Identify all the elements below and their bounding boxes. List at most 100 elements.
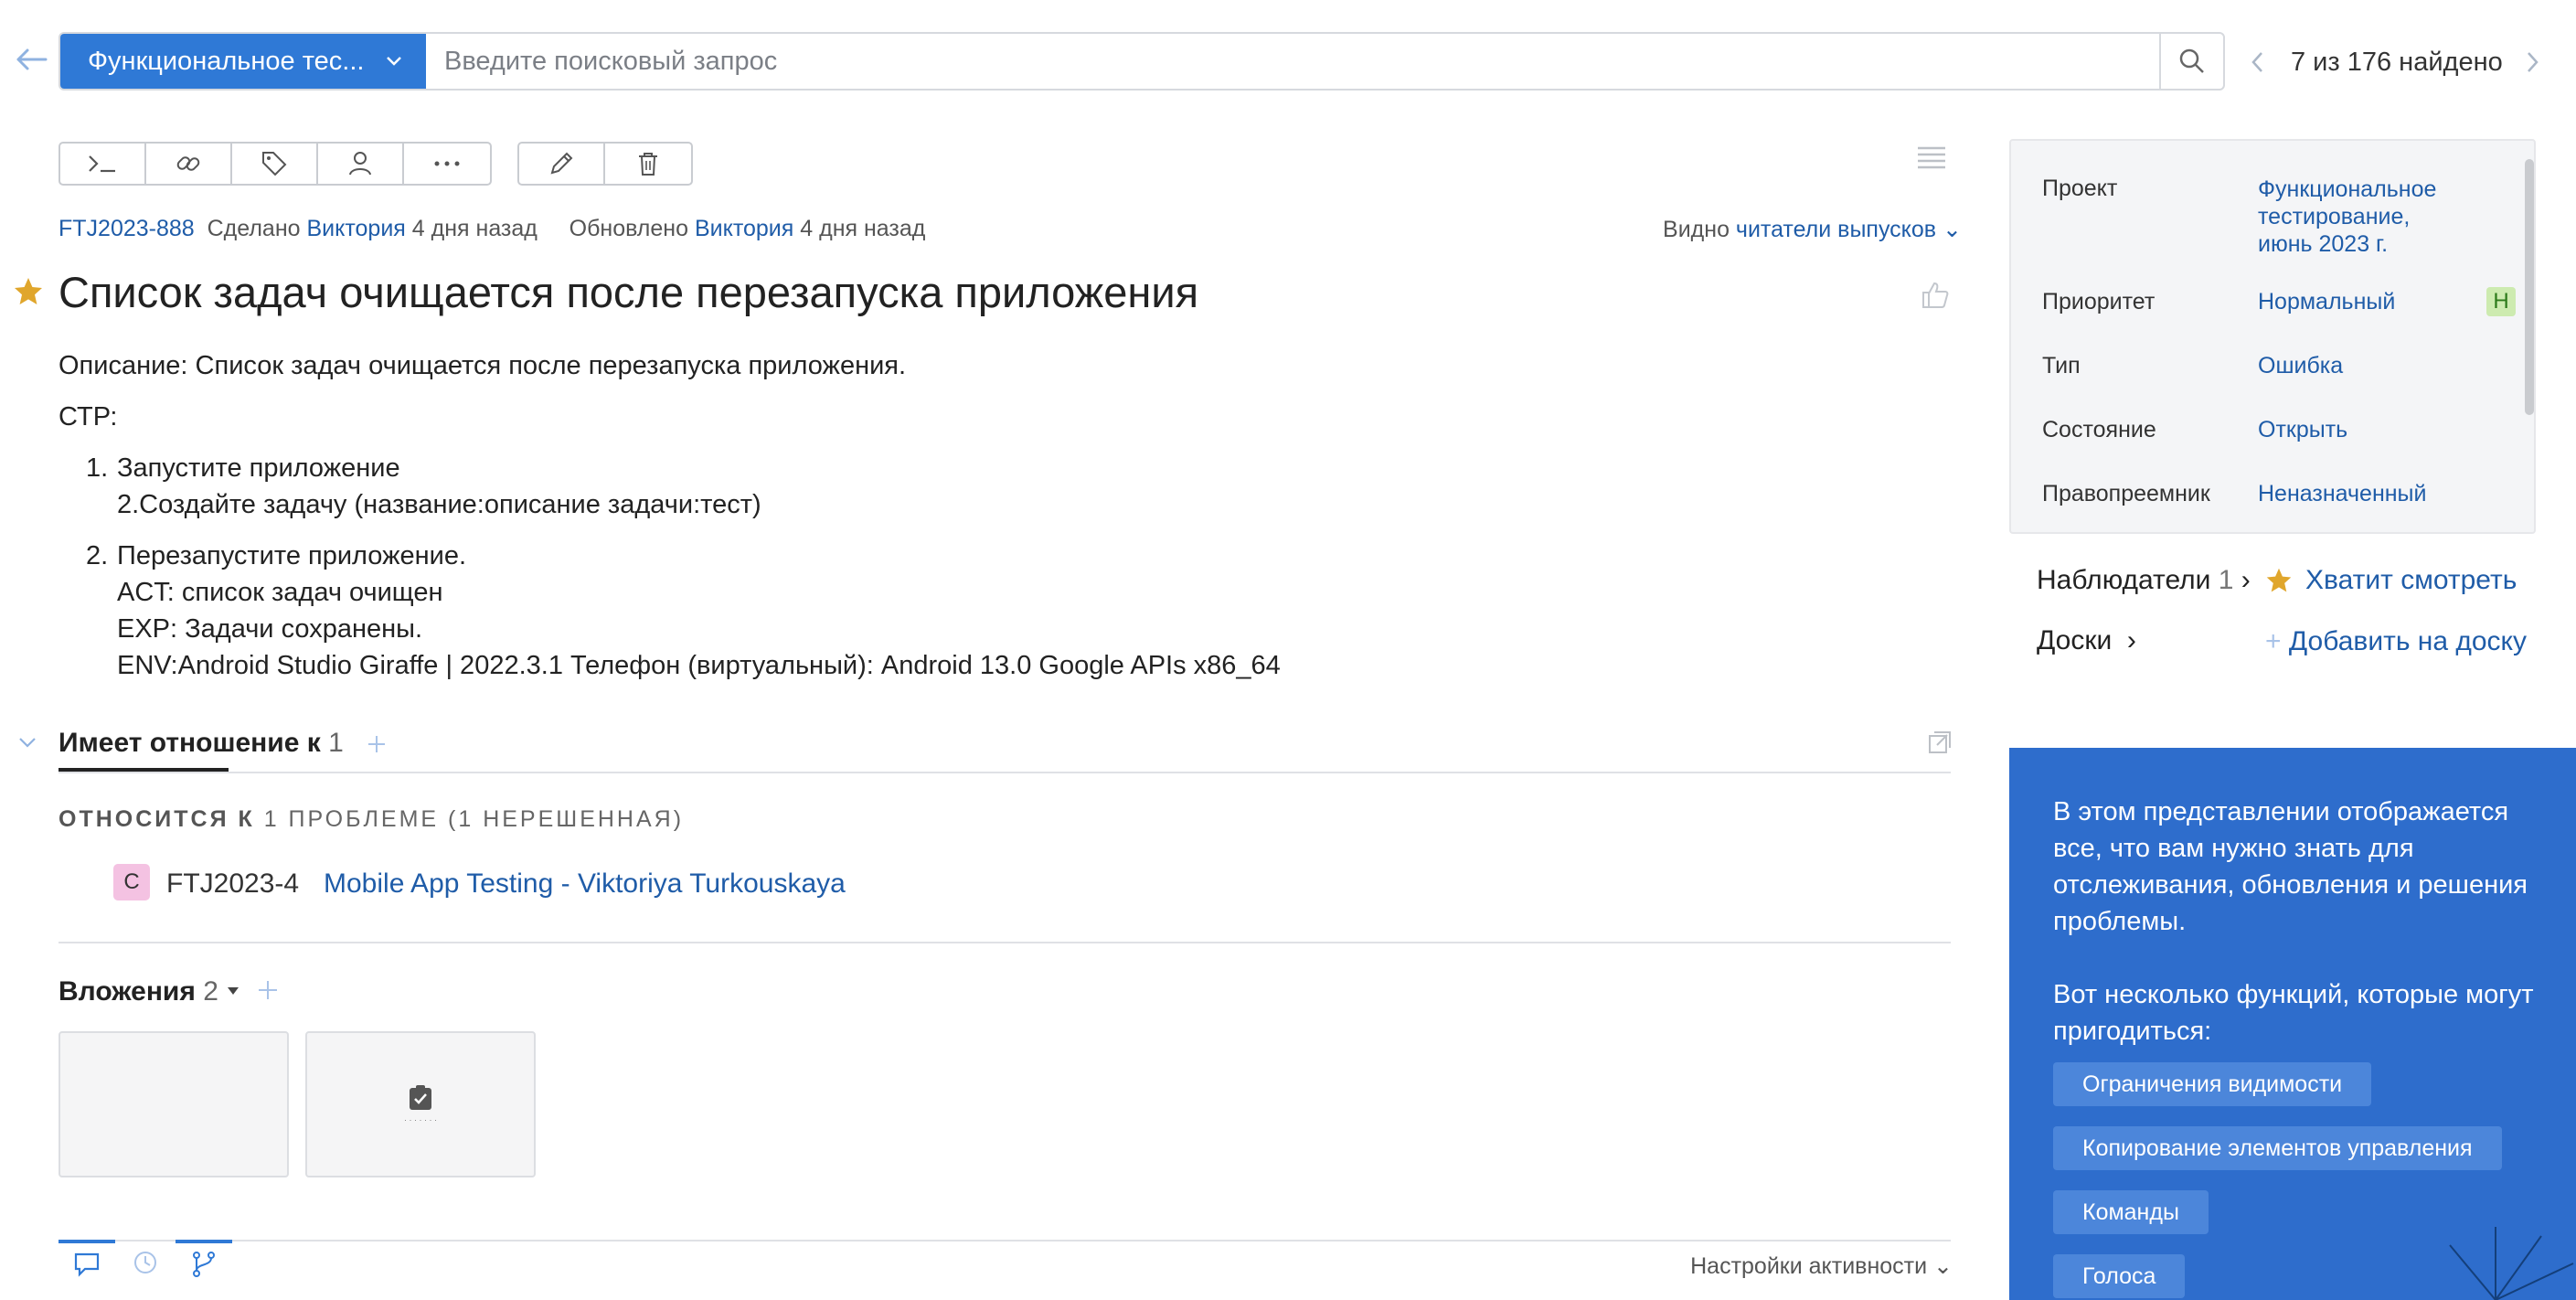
field-project-value-line: Функциональное — [2258, 176, 2437, 202]
trash-icon — [639, 153, 657, 176]
delete-button[interactable] — [605, 144, 691, 184]
attachments-count: 2 — [203, 976, 218, 1007]
caret-down-icon[interactable] — [225, 986, 241, 996]
done-by-link[interactable]: Виктория — [306, 216, 405, 241]
chevron-right-icon: › — [2119, 625, 2136, 655]
field-project-value-line: июнь 2023 г. — [2258, 231, 2389, 257]
details-panel: Проект Функциональное тестирование, июнь… — [2009, 139, 2536, 534]
search-button[interactable] — [2159, 32, 2225, 91]
issue-id-link[interactable]: FTJ2023-888 — [59, 216, 195, 241]
field-priority-label: Приоритет — [2042, 289, 2156, 314]
tab-vcs[interactable] — [176, 1240, 232, 1285]
collapse-chevron-icon[interactable] — [16, 735, 38, 750]
divider — [59, 942, 1951, 943]
updated-when: 4 дня назад — [800, 216, 926, 241]
watchers-toggle[interactable]: Наблюдатели 1 › — [2037, 565, 2251, 596]
tip-copy-controls-button[interactable]: Копирование элементов управления — [2053, 1126, 2502, 1170]
tip-commands-button[interactable]: Команды — [2053, 1190, 2209, 1234]
next-result-icon[interactable] — [2523, 48, 2541, 77]
divider — [59, 772, 1951, 773]
description-line: Описание: Список задач очищается после п… — [59, 351, 907, 380]
issue-meta: FTJ2023-888 Сделано Виктория 4 дня назад… — [59, 216, 925, 242]
search-input[interactable] — [426, 34, 2152, 89]
attachment-thumbnail[interactable] — [59, 1031, 289, 1177]
history-icon — [134, 1252, 156, 1273]
tip-text: В этом представлении отображается все, ч… — [2053, 797, 2528, 936]
thumbnail-caption: · · · · · · · — [404, 1115, 437, 1124]
search-icon — [2179, 48, 2204, 73]
add-relation-icon[interactable] — [366, 733, 388, 755]
relation-issue-id: FTJ2023-4 — [166, 868, 300, 899]
tab-relations-label: Имеет отношение к — [59, 728, 321, 758]
chevron-down-icon — [386, 56, 402, 67]
onboarding-tip-panel: В этом представлении отображается все, ч… — [2009, 748, 2576, 1300]
expected-result: EXP: Задачи сохранены. — [117, 614, 423, 644]
search-bar: Функциональное тес... — [59, 32, 2218, 91]
updated-by-link[interactable]: Виктория — [695, 216, 793, 241]
tip-visibility-button[interactable]: Ограничения видимости — [2053, 1062, 2372, 1106]
field-assignee-label: Правопреемник — [2042, 481, 2210, 506]
step-1-text: Запустите приложение — [117, 453, 400, 483]
done-label: Сделано — [207, 216, 301, 241]
edit-button[interactable] — [519, 144, 605, 184]
attachments-label: Вложения — [59, 976, 196, 1007]
list-menu-icon[interactable] — [1916, 144, 1947, 172]
divider — [59, 1240, 1951, 1241]
star-icon[interactable] — [13, 276, 44, 307]
expand-icon[interactable] — [1927, 730, 1953, 755]
activity-settings[interactable]: Настройки активности ⌄ — [1690, 1252, 1953, 1280]
thumbs-up-icon[interactable] — [1920, 280, 1951, 311]
field-type-value[interactable]: Ошибка — [2258, 353, 2343, 379]
visibility-value[interactable]: читатели выпусков — [1736, 217, 1936, 242]
field-assignee-value[interactable]: Неназначенный — [2258, 481, 2427, 507]
field-project-value[interactable]: Функциональное тестирование, июнь 2023 г… — [2258, 176, 2436, 258]
field-priority-value[interactable]: Нормальный — [2258, 289, 2395, 315]
issue-title[interactable]: Список задач очищается после перезапуска… — [59, 267, 1198, 317]
attachment-thumbnail[interactable]: · · · · · · · — [305, 1031, 536, 1177]
branch-icon — [193, 1252, 215, 1277]
assign-button[interactable] — [318, 144, 404, 184]
tab-relations[interactable]: Имеет отношение к 1 — [59, 728, 344, 759]
field-state-value[interactable]: Открыть — [2258, 417, 2347, 443]
tab-comments[interactable] — [59, 1240, 115, 1285]
tab-history[interactable] — [117, 1240, 174, 1285]
relations-heading-bold: ОТНОСИТСЯ К — [59, 806, 255, 832]
chevron-down-icon: ⌄ — [1933, 1253, 1953, 1279]
updated-label: Обновлено — [569, 216, 689, 241]
decorative-rays — [2449, 1227, 2574, 1300]
attachments-title: Вложения 2 — [59, 976, 218, 1007]
tip-text: Вот несколько функций, которые могут при… — [2053, 980, 2534, 1046]
clipboard-check-icon — [410, 1085, 431, 1110]
environment: ENV:Android Studio Giraffe | 2022.3.1 Те… — [117, 651, 1281, 680]
scrollbar[interactable] — [2525, 159, 2534, 415]
more-icon — [434, 161, 460, 166]
link-button[interactable] — [146, 144, 232, 184]
boards-label: Доски — [2037, 625, 2113, 655]
chevron-right-icon: › — [2241, 565, 2251, 595]
tag-icon — [262, 152, 287, 176]
boards-toggle[interactable]: Доски › — [2037, 625, 2136, 656]
more-button[interactable] — [404, 144, 490, 184]
add-attachment-icon[interactable] — [256, 978, 280, 1002]
step-1b-text: 2.Создайте задачу (название:описание зад… — [117, 490, 761, 519]
star-icon — [2266, 568, 2292, 592]
stop-watching-button[interactable]: Хватит смотреть — [2265, 565, 2517, 596]
relation-state-badge: C — [113, 864, 150, 900]
tip-votes-button[interactable]: Голоса — [2053, 1254, 2186, 1298]
relations-heading-rest: 1 ПРОБЛЕМЕ (1 НЕРЕШЕННАЯ) — [263, 806, 685, 832]
back-arrow-icon[interactable] — [13, 46, 49, 82]
priority-badge: Н — [2486, 287, 2516, 316]
prev-result-icon[interactable] — [2249, 48, 2267, 77]
relation-issue-link[interactable]: Mobile App Testing - Viktoriya Turkouska… — [324, 868, 846, 900]
activity-settings-label: Настройки активности — [1690, 1253, 1928, 1279]
field-state-label: Состояние — [2042, 417, 2156, 442]
visibility-selector[interactable]: Видно читатели выпусков ⌄ — [1663, 216, 1962, 243]
project-select-label: Функциональное тес... — [88, 46, 365, 76]
tab-relations-count: 1 — [328, 728, 344, 758]
step-2-text: Перезапустите приложение. — [117, 541, 467, 570]
tag-button[interactable] — [232, 144, 318, 184]
project-select[interactable]: Функциональное тес... — [60, 34, 426, 89]
chevron-down-icon: ⌄ — [1943, 217, 1962, 242]
command-button[interactable] — [60, 144, 146, 184]
add-to-board-button[interactable]: + Добавить на доску — [2265, 625, 2530, 658]
